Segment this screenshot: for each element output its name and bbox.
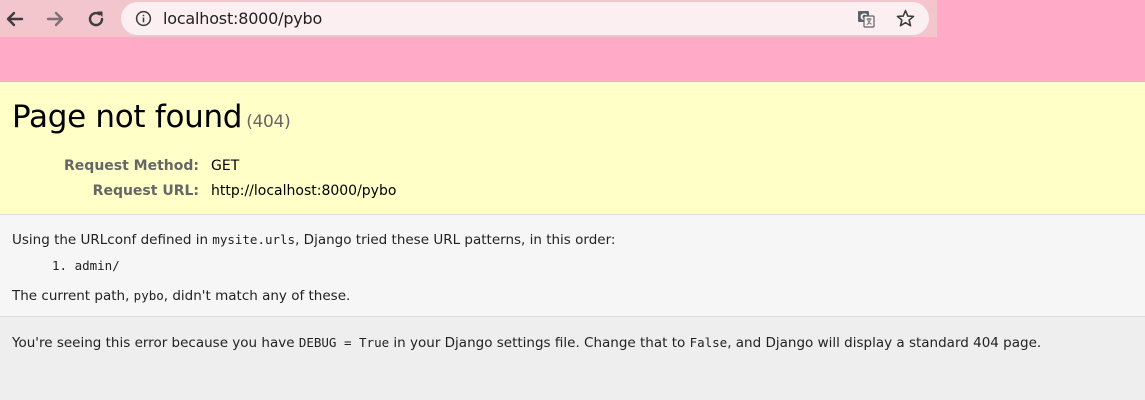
debug-explanation: You're seeing this error because you hav… — [0, 318, 1145, 400]
request-url-value: http://localhost:8000/pybo — [211, 183, 397, 199]
urlconf-message: Using the URLconf defined in mysite.urls… — [12, 232, 615, 248]
path-message: The current path, pybo, didn't match any… — [12, 288, 350, 304]
error-summary: Page not found (404) Request Method: GET … — [0, 82, 1145, 215]
explanation-before: You're seeing this error because you hav… — [12, 335, 299, 351]
reload-icon — [88, 11, 104, 27]
status-code: (404) — [246, 112, 291, 132]
reload-button[interactable] — [83, 6, 109, 32]
path-text-before: The current path, — [12, 288, 134, 304]
request-url-label: Request URL: — [92, 183, 199, 199]
urlconf-module: mysite.urls — [212, 232, 296, 247]
forward-arrow-icon — [46, 11, 64, 27]
urlconf-text-after: , Django tried these URL patterns, in th… — [295, 232, 616, 248]
explanation-middle: in your Django settings file. Change tha… — [389, 335, 690, 351]
address-bar[interactable]: localhost:8000/pybo G — [121, 2, 929, 35]
request-method-row: Request Method: GET — [0, 154, 396, 179]
explanation-message: You're seeing this error because you hav… — [12, 335, 1041, 351]
translate-icon[interactable]: G — [857, 10, 875, 28]
request-method-label: Request Method: — [64, 158, 199, 174]
page-title-text: Page not found — [12, 99, 243, 135]
false-value: False — [689, 335, 728, 350]
url-pattern-list: 1. admin/ — [52, 258, 120, 273]
back-button[interactable] — [2, 6, 28, 32]
back-arrow-icon — [6, 11, 24, 27]
request-method-value: GET — [211, 158, 240, 174]
url-patterns-info: Using the URLconf defined in mysite.urls… — [0, 215, 1145, 317]
debug-setting: DEBUG = True — [298, 335, 390, 350]
request-url-row: Request URL: http://localhost:8000/pybo — [0, 179, 397, 204]
page-title: Page not found (404) — [12, 99, 291, 135]
url-pattern-item: 1. admin/ — [52, 258, 120, 273]
info-icon[interactable] — [135, 10, 152, 27]
request-meta-table: Request Method: GET Request URL: http://… — [0, 154, 396, 204]
url-text[interactable]: localhost:8000/pybo — [163, 10, 322, 28]
current-path: pybo — [133, 288, 164, 303]
urlconf-text-before: Using the URLconf defined in — [12, 232, 213, 248]
star-icon[interactable] — [895, 8, 916, 29]
browser-toolbar: localhost:8000/pybo G — [0, 0, 1145, 82]
forward-button[interactable] — [42, 6, 68, 32]
explanation-after: , and Django will display a standard 404… — [727, 335, 1042, 351]
path-text-after: , didn't match any of these. — [163, 288, 351, 304]
